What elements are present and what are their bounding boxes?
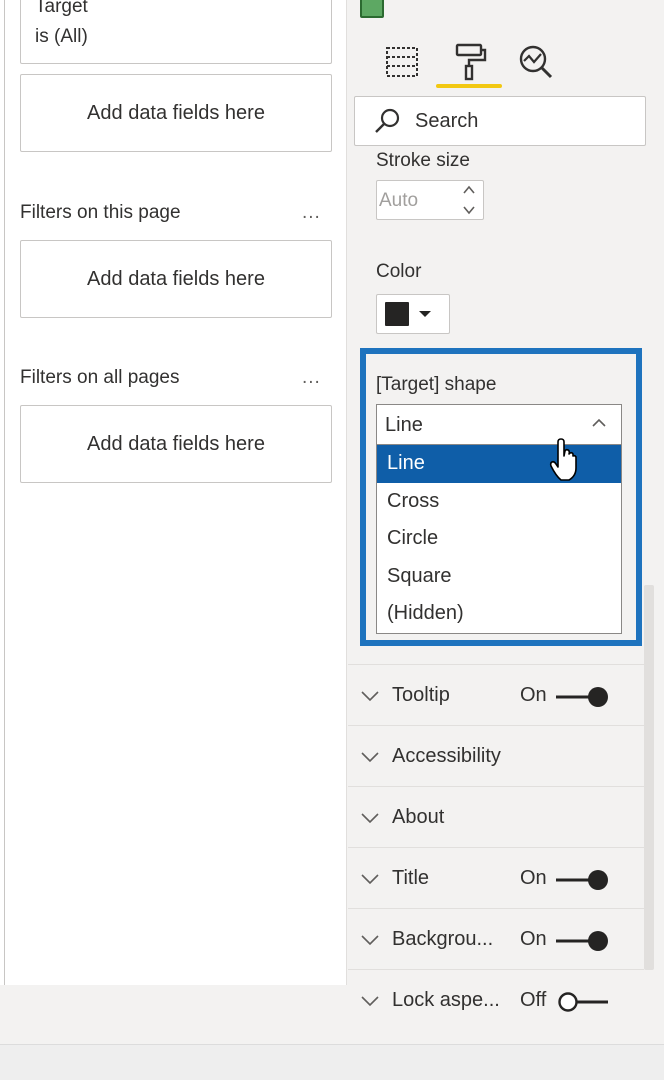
target-shape-label: [Target] shape: [376, 374, 497, 395]
visualization-tabs: [348, 30, 664, 90]
section-label: Backgrou...: [392, 928, 494, 950]
filter-card-target[interactable]: Target is (All): [20, 0, 332, 64]
chevron-down-icon: [361, 813, 379, 824]
section-background[interactable]: Backgrou... On: [348, 908, 644, 970]
color-picker[interactable]: [376, 294, 450, 334]
spinner-arrows-icon[interactable]: [461, 183, 477, 217]
shape-option-circle[interactable]: Circle: [377, 520, 621, 558]
chevron-down-icon: [361, 996, 379, 1007]
target-shape-options-list: Line Cross Circle Square (Hidden): [376, 444, 622, 634]
fields-icon[interactable]: [378, 38, 426, 86]
stroke-size-value: Auto: [379, 190, 419, 211]
search-input[interactable]: Search: [354, 96, 646, 146]
section-label: Accessibility: [392, 745, 501, 767]
shape-option-square[interactable]: Square: [377, 558, 621, 596]
filters-on-this-page-label: Filters on this page: [20, 202, 181, 223]
chevron-down-icon: [419, 311, 431, 317]
search-placeholder: Search: [415, 109, 479, 132]
visual-filters-drop-zone[interactable]: Add data fields here: [20, 74, 332, 152]
section-lock-aspect[interactable]: Lock aspe... Off: [348, 969, 644, 1031]
format-pane: Search Stroke size Auto Color [Target] s…: [348, 0, 664, 1044]
section-accessibility[interactable]: Accessibility: [348, 725, 644, 787]
visual-type-icon[interactable]: [360, 0, 384, 18]
filter-card-title: Target: [35, 0, 88, 17]
toggle-state: Off: [520, 989, 547, 1011]
section-label: Title: [392, 867, 430, 889]
shape-option-hidden[interactable]: (Hidden): [377, 595, 621, 633]
all-pages-filters-drop-zone[interactable]: Add data fields here: [20, 405, 332, 483]
chevron-up-icon: [592, 418, 606, 427]
status-bar: [0, 1044, 664, 1080]
filters-on-all-pages-label: Filters on all pages: [20, 367, 180, 388]
page-filters-more-button[interactable]: ...: [302, 202, 321, 224]
tooltip-toggle[interactable]: [554, 685, 610, 709]
color-swatch: [385, 302, 409, 326]
all-filters-more-button[interactable]: ...: [302, 367, 321, 389]
lock-aspect-toggle[interactable]: [554, 990, 610, 1014]
toggle-state: On: [520, 867, 547, 889]
color-label: Color: [376, 261, 422, 282]
stroke-size-input[interactable]: Auto: [376, 180, 484, 220]
pane-divider: [4, 0, 5, 985]
stroke-size-label: Stroke size: [376, 150, 470, 171]
chevron-down-icon: [361, 874, 379, 885]
page-filters-drop-zone[interactable]: Add data fields here: [20, 240, 332, 318]
background-toggle[interactable]: [554, 929, 610, 953]
section-label: Lock aspe...: [392, 989, 500, 1011]
shape-option-line[interactable]: Line: [377, 445, 621, 483]
active-tab-indicator: [436, 84, 502, 88]
search-icon: [373, 107, 401, 135]
section-label: Tooltip: [392, 684, 450, 706]
chevron-down-icon: [361, 752, 379, 763]
section-label: About: [392, 806, 445, 828]
target-shape-select[interactable]: Line: [376, 404, 622, 444]
section-tooltip[interactable]: Tooltip On: [348, 664, 644, 726]
format-paint-roller-icon[interactable]: [446, 38, 494, 86]
format-pane-scrollbar[interactable]: [644, 585, 654, 970]
section-title[interactable]: Title On: [348, 847, 644, 909]
target-shape-selected-value: Line: [385, 414, 423, 436]
filter-card-value: is (All): [35, 26, 88, 47]
chevron-down-icon: [361, 935, 379, 946]
section-about[interactable]: About: [348, 786, 644, 848]
hand-cursor-icon: [549, 438, 577, 481]
shape-option-cross[interactable]: Cross: [377, 483, 621, 521]
analytics-magnifier-icon[interactable]: [512, 38, 560, 86]
chevron-down-icon: [361, 691, 379, 702]
toggle-state: On: [520, 928, 547, 950]
filters-pane: Target is (All) Add data fields here Fil…: [0, 0, 347, 985]
title-toggle[interactable]: [554, 868, 610, 892]
toggle-state: On: [520, 684, 547, 706]
